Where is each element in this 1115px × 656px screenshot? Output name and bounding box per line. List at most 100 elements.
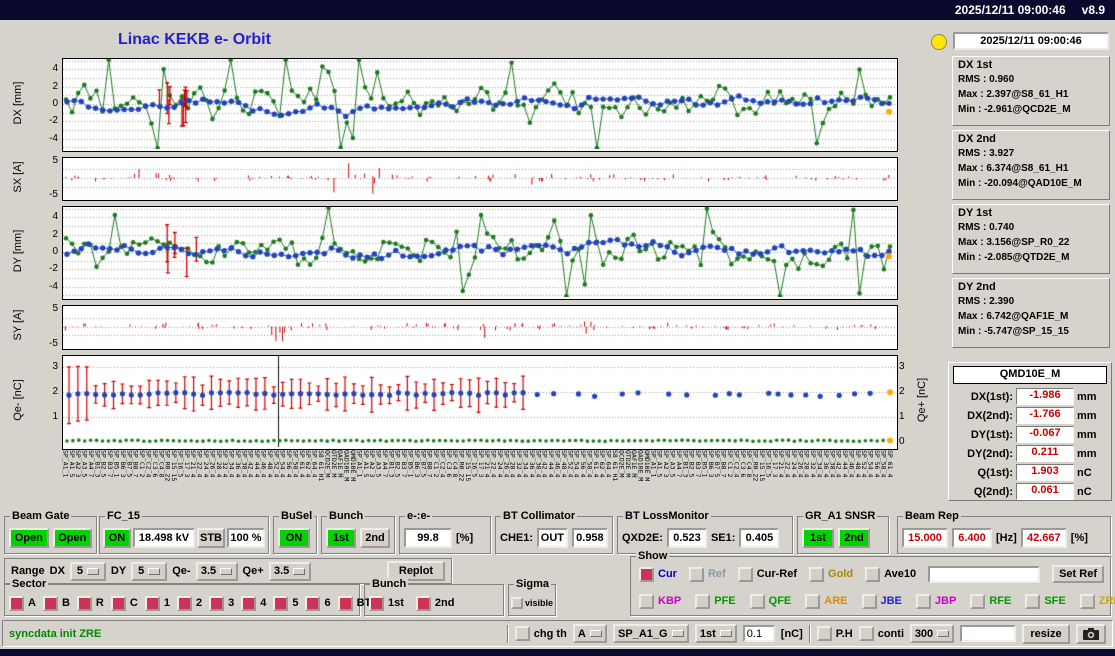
show-sfe-label: SFE bbox=[1044, 595, 1066, 607]
bunch-1st-button[interactable]: 1st bbox=[326, 528, 356, 548]
separator bbox=[808, 624, 811, 643]
chg-th-checkbox-group[interactable]: chg th bbox=[514, 626, 567, 641]
range-dx-select[interactable]: 5 bbox=[69, 561, 106, 581]
q-axis-tick: 3 bbox=[52, 361, 58, 373]
misc-input[interactable] bbox=[960, 625, 1016, 642]
show-ave10-checkbox[interactable] bbox=[865, 566, 881, 582]
set-ref-button[interactable]: Set Ref bbox=[1052, 565, 1104, 583]
sector-a-checkbox[interactable] bbox=[9, 595, 24, 611]
sector-b-checkbox[interactable] bbox=[42, 595, 58, 611]
show-rfe[interactable]: RFE bbox=[970, 593, 1011, 609]
q-axis-tick: 1 bbox=[899, 411, 905, 423]
range-dy-select[interactable]: 5 bbox=[131, 561, 168, 581]
show-kbp-checkbox[interactable] bbox=[639, 593, 654, 609]
gr-snsr-1st-button[interactable]: 1st bbox=[802, 528, 834, 548]
dy-axis-tick: -4 bbox=[49, 280, 58, 292]
show-cur-ref-checkbox[interactable] bbox=[737, 566, 753, 582]
show-gold[interactable]: Gold bbox=[809, 566, 853, 582]
stat-max: Max : 6.374@S8_61_H1 bbox=[958, 163, 1069, 174]
sector-3-checkbox[interactable] bbox=[209, 595, 225, 611]
show-kbp[interactable]: KBP bbox=[639, 593, 681, 609]
bunch-select[interactable]: 1st bbox=[694, 624, 737, 643]
sector-c-checkbox[interactable] bbox=[110, 595, 126, 611]
show-cur-ref[interactable]: Cur-Ref bbox=[737, 566, 797, 582]
show-ref-checkbox[interactable] bbox=[688, 566, 704, 582]
stat-rms: RMS : 0.960 bbox=[958, 74, 1015, 85]
range-qe-minus-select[interactable]: 3.5 bbox=[195, 561, 238, 581]
sector-1-checkbox[interactable] bbox=[144, 595, 160, 611]
magnet-row: DX(2nd): -1.766 mm bbox=[953, 406, 1107, 425]
snapshot-button[interactable] bbox=[1076, 623, 1106, 644]
sector-5-checkbox[interactable] bbox=[273, 595, 289, 611]
bunch-2nd-button[interactable]: 2nd bbox=[360, 528, 390, 548]
sector-r-checkbox[interactable] bbox=[76, 595, 92, 611]
bunch-1st[interactable]: 1st bbox=[369, 595, 404, 611]
sector-2-checkbox[interactable] bbox=[176, 595, 192, 611]
sigma-visible-checkbox[interactable] bbox=[511, 597, 523, 609]
busel-on-button[interactable]: ON bbox=[278, 528, 310, 548]
show-pfe[interactable]: PFE bbox=[695, 593, 736, 609]
sector-4-label: 4 bbox=[260, 597, 267, 609]
qxd2e-value: 0.523 bbox=[666, 528, 707, 548]
sector-b[interactable]: B bbox=[42, 595, 70, 611]
ref-file-input[interactable] bbox=[928, 565, 1041, 583]
show-ave10[interactable]: Ave10 bbox=[865, 566, 916, 582]
show-cur-checkbox[interactable] bbox=[639, 566, 654, 582]
show-rfe-checkbox[interactable] bbox=[970, 593, 986, 609]
q-axis-tick: 0 bbox=[899, 436, 905, 447]
show-sfe[interactable]: SFE bbox=[1025, 593, 1066, 609]
sector-2[interactable]: 2 bbox=[176, 595, 202, 611]
show-cur[interactable]: Cur bbox=[639, 566, 677, 582]
bunch-1st-checkbox[interactable] bbox=[369, 595, 384, 611]
bunch-2nd-checkbox[interactable] bbox=[415, 595, 431, 611]
sector-a[interactable]: A bbox=[9, 595, 36, 611]
gr-snsr-2nd-button[interactable]: 2nd bbox=[838, 528, 870, 548]
sector-bt-checkbox[interactable] bbox=[337, 595, 353, 611]
show-gold-checkbox[interactable] bbox=[809, 566, 825, 582]
show-jbe[interactable]: JBE bbox=[861, 593, 902, 609]
show-pfe-checkbox[interactable] bbox=[695, 593, 711, 609]
dx-axis-tick: -4 bbox=[49, 132, 58, 144]
show-are-checkbox[interactable] bbox=[805, 593, 821, 609]
sector-5[interactable]: 5 bbox=[273, 595, 298, 611]
show-jbe-checkbox[interactable] bbox=[861, 593, 877, 609]
show-qfe[interactable]: QFE bbox=[749, 593, 791, 609]
show-zre[interactable]: ZRE bbox=[1079, 593, 1115, 609]
sector-c[interactable]: C bbox=[110, 595, 138, 611]
show-are[interactable]: ARE bbox=[805, 593, 848, 609]
magnet-row-unit: nC bbox=[1077, 466, 1092, 479]
fc15-stb-button[interactable]: STB bbox=[197, 528, 225, 548]
stat-min: Min : -2.085@QTD2E_M bbox=[958, 252, 1070, 263]
sector-r[interactable]: R bbox=[76, 595, 104, 611]
show-sfe-checkbox[interactable] bbox=[1025, 593, 1041, 609]
threshold-input[interactable] bbox=[742, 625, 775, 642]
chg-th-checkbox[interactable] bbox=[514, 626, 530, 641]
ph-checkbox-group[interactable]: P.H bbox=[816, 626, 853, 641]
device-select[interactable]: SP_A1_G bbox=[612, 624, 689, 643]
resize-button[interactable]: resize bbox=[1022, 623, 1070, 644]
sector-6-checkbox[interactable] bbox=[305, 595, 321, 611]
sector-4[interactable]: 4 bbox=[241, 595, 267, 611]
range-qe-plus-select[interactable]: 3.5 bbox=[268, 561, 311, 581]
show-zre-checkbox[interactable] bbox=[1079, 593, 1095, 609]
show-ref[interactable]: Ref bbox=[688, 566, 726, 582]
sector-6[interactable]: 6 bbox=[305, 595, 331, 611]
bunch-select-group: Bunch 1st 2nd bbox=[364, 578, 504, 616]
sector-1[interactable]: 1 bbox=[144, 595, 170, 611]
show-jbp-checkbox[interactable] bbox=[915, 593, 931, 609]
fc15-on-button[interactable]: ON bbox=[103, 528, 131, 548]
ph-checkbox[interactable] bbox=[816, 626, 832, 641]
titlebar-version: v8.9 bbox=[1081, 3, 1105, 17]
show-jbp[interactable]: JBP bbox=[915, 593, 956, 609]
bunch-2nd[interactable]: 2nd bbox=[415, 595, 454, 611]
sector-3[interactable]: 3 bbox=[209, 595, 234, 611]
show-qfe-checkbox[interactable] bbox=[749, 593, 765, 609]
sector-4-checkbox[interactable] bbox=[241, 595, 257, 611]
beam-gate-open-button-1[interactable]: Open bbox=[9, 528, 49, 548]
beam-gate-open-button-2[interactable]: Open bbox=[52, 528, 92, 548]
sector-select[interactable]: A bbox=[572, 624, 607, 643]
conti-checkbox[interactable] bbox=[858, 626, 874, 641]
conti-checkbox-group[interactable]: conti bbox=[858, 626, 904, 641]
points-select[interactable]: 300 bbox=[910, 624, 954, 643]
beam-rep-title: Beam Rep bbox=[903, 510, 961, 522]
